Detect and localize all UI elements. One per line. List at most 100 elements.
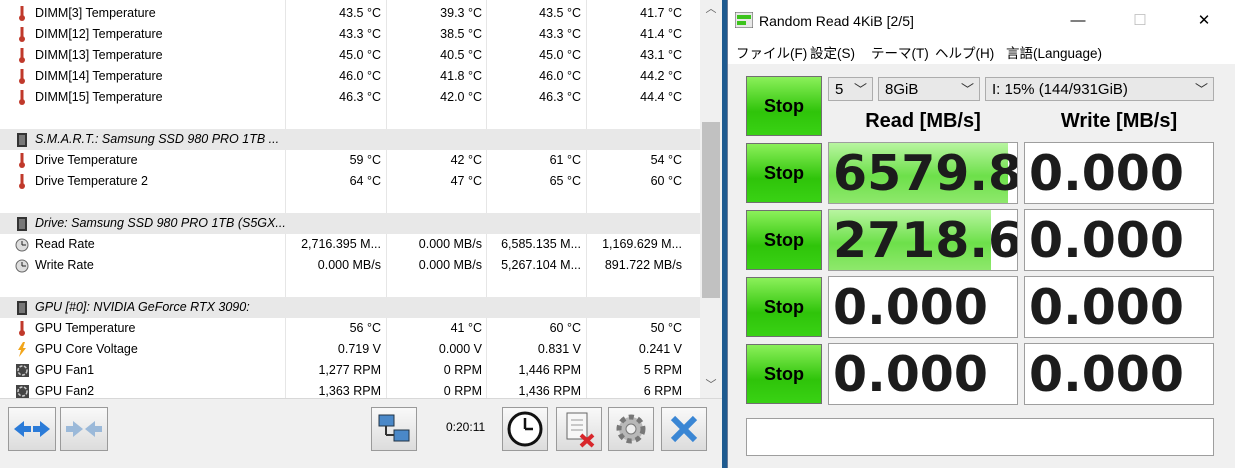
sensor-row[interactable]: GPU Core Voltage 0.719 V 0.000 V 0.831 V 0.2… [0, 339, 700, 360]
current-value: 59 °C [349, 153, 381, 167]
fan-icon [15, 363, 29, 378]
sensor-row[interactable]: DIMM[13] Temperature 45.0 °C 40.5 °C 45.0 °… [0, 45, 700, 66]
sensor-row[interactable]: DIMM[3] Temperature 43.5 °C 39.3 °C 43.5 °C… [0, 3, 700, 24]
test-count-value: 5 [835, 81, 844, 98]
close-sensors-button[interactable] [661, 407, 707, 451]
comment-field[interactable] [746, 418, 1214, 456]
sensor-row[interactable]: GPU Temperature 56 °C 41 °C 60 °C 50 °C [0, 318, 700, 339]
section-header-row[interactable]: S.M.A.R.T.: Samsung SSD 980 PRO 1TB ... [0, 129, 700, 150]
sensor-row[interactable]: DIMM[15] Temperature 46.3 °C 42.0 °C 46.3 °… [0, 87, 700, 108]
spacer-row [0, 276, 700, 297]
minimum-value: 47 °C [450, 174, 482, 188]
read-result-value: 6579.8 [833, 145, 1018, 202]
current-value: 0.000 MB/s [317, 258, 381, 272]
sensor-name: Write Rate [35, 258, 94, 272]
chip-icon [15, 132, 29, 147]
double-arrow-icon [14, 421, 50, 437]
network-button[interactable] [371, 407, 417, 451]
stop-test-button[interactable]: Stop [746, 210, 822, 270]
test-size-select[interactable]: 8GiB ﹀ [878, 77, 980, 101]
write-result-value: 0.000 [1029, 279, 1184, 336]
clock-icon [15, 258, 29, 273]
thermometer-icon [15, 90, 29, 105]
settings-button[interactable] [608, 407, 654, 451]
write-result-cell: 0.000 [1024, 276, 1214, 338]
stop-test-button[interactable]: Stop [746, 344, 822, 404]
title-bar[interactable]: Random Read 4KiB [2/5] — ☐ ✕ [728, 0, 1235, 40]
minimum-value: 39.3 °C [440, 6, 482, 20]
current-value: 43.3 °C [339, 27, 381, 41]
current-value: 1,277 RPM [318, 363, 381, 377]
thermometer-icon [15, 153, 29, 168]
scroll-up-icon[interactable]: ︿ [700, 0, 722, 18]
scrollbar-thumb[interactable] [702, 122, 720, 298]
thermometer-icon [15, 174, 29, 189]
clock-reset-button[interactable] [502, 407, 548, 451]
stop-test-button[interactable]: Stop [746, 143, 822, 203]
read-result-value: 2718.6 [833, 212, 1018, 269]
vertical-scrollbar[interactable]: ︿ ﹀ [700, 0, 722, 398]
collapse-arrows-button[interactable] [60, 407, 108, 451]
current-value: 1,363 RPM [318, 384, 381, 398]
read-result-cell: 6579.8 [828, 142, 1018, 204]
sensor-row[interactable]: DIMM[12] Temperature 43.3 °C 38.5 °C 43.3 °… [0, 24, 700, 45]
sensor-name: Drive: Samsung SSD 980 PRO 1TB (S5GX... [35, 216, 286, 230]
menu-theme[interactable]: テーマ(T) [871, 42, 929, 62]
sensor-row[interactable]: DIMM[14] Temperature 46.0 °C 41.8 °C 46.0 °… [0, 66, 700, 87]
maximum-value: 43.5 °C [539, 6, 581, 20]
current-value: 45.0 °C [339, 48, 381, 62]
drive-select[interactable]: I: 15% (144/931GiB) ﹀ [985, 77, 1214, 101]
sensor-name: Drive Temperature 2 [35, 174, 149, 188]
stop-all-button[interactable]: Stop [746, 76, 822, 136]
thermometer-icon [15, 321, 29, 336]
drive-value: I: 15% (144/931GiB) [992, 81, 1128, 98]
read-result-cell: 0.000 [828, 343, 1018, 405]
expand-arrows-button[interactable] [8, 407, 56, 451]
thermometer-icon [15, 6, 29, 21]
average-value: 6 RPM [643, 384, 682, 398]
current-value: 56 °C [349, 321, 381, 335]
benchmark-panel: Stop 5 ﹀ 8GiB ﹀ I: 15% (144/931GiB) ﹀ Re… [728, 64, 1235, 468]
average-value: 41.4 °C [640, 27, 682, 41]
sensor-name: GPU Fan1 [35, 363, 95, 377]
sensor-row[interactable]: Read Rate 2,716.395 M... 0.000 MB/s 6,585.1… [0, 234, 700, 255]
average-value: 44.4 °C [640, 90, 682, 104]
sensor-row[interactable]: GPU Fan1 1,277 RPM 0 RPM 1,446 RPM 5 RPM [0, 360, 700, 381]
clear-log-button[interactable] [556, 407, 602, 451]
sensor-name: GPU Core Voltage [35, 342, 138, 356]
menu-settings[interactable]: 設定(S) [810, 42, 855, 62]
sensor-row[interactable]: Drive Temperature 59 °C 42 °C 61 °C 54 °C [0, 150, 700, 171]
average-value: 43.1 °C [640, 48, 682, 62]
sensor-name: DIMM[14] Temperature [35, 69, 163, 83]
section-header-row[interactable]: Drive: Samsung SSD 980 PRO 1TB (S5GX... [0, 213, 700, 234]
minimum-value: 0.000 MB/s [418, 237, 482, 251]
current-value: 64 °C [349, 174, 381, 188]
test-count-select[interactable]: 5 ﹀ [828, 77, 873, 101]
minimum-value: 40.5 °C [440, 48, 482, 62]
sensor-row[interactable]: Write Rate 0.000 MB/s 0.000 MB/s 5,267.104 … [0, 255, 700, 276]
minimum-value: 41 °C [450, 321, 482, 335]
scroll-down-icon[interactable]: ﹀ [700, 376, 722, 394]
section-header-row[interactable]: GPU [#0]: NVIDIA GeForce RTX 3090: [0, 297, 700, 318]
menu-language[interactable]: 言語(Language) [1006, 42, 1102, 62]
menu-file[interactable]: ファイル(F) [736, 42, 807, 62]
minimize-button[interactable]: — [1063, 8, 1093, 34]
maximum-value: 45.0 °C [539, 48, 581, 62]
gear-icon [616, 414, 646, 444]
sensor-name: Drive Temperature [35, 153, 138, 167]
minimum-value: 38.5 °C [440, 27, 482, 41]
fan-icon [15, 384, 29, 398]
menu-help[interactable]: ヘルプ(H) [935, 42, 994, 62]
maximum-value: 43.3 °C [539, 27, 581, 41]
minimum-value: 0 RPM [443, 363, 482, 377]
maximum-value: 61 °C [549, 153, 581, 167]
close-button[interactable]: ✕ [1189, 8, 1219, 34]
sensor-row[interactable]: Drive Temperature 2 64 °C 47 °C 65 °C 60 °C [0, 171, 700, 192]
chevron-down-icon: ﹀ [960, 82, 974, 97]
average-value: 60 °C [650, 174, 682, 188]
test-size-value: 8GiB [885, 81, 919, 98]
maximize-button[interactable]: ☐ [1125, 8, 1155, 34]
stop-test-button[interactable]: Stop [746, 277, 822, 337]
average-value: 50 °C [650, 321, 682, 335]
sensor-row[interactable]: GPU Fan2 1,363 RPM 0 RPM 1,436 RPM 6 RPM [0, 381, 700, 398]
